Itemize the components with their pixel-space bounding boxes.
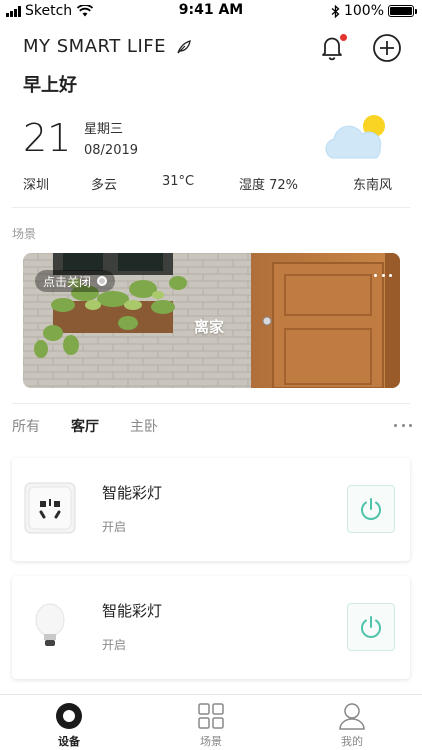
tabbar-item-scenes[interactable]: 场景 bbox=[171, 701, 251, 750]
tabbar-item-profile[interactable]: 我的 bbox=[312, 701, 392, 750]
status-right: 100% bbox=[331, 3, 417, 19]
device-card[interactable]: 智能彩灯 开启 bbox=[12, 458, 410, 561]
weather-info-row: 深圳 多云 31°C 湿度 72% 东南风 bbox=[23, 174, 399, 193]
bottom-tab-bar: 设备 场景 我的 bbox=[0, 694, 422, 750]
scene-card[interactable]: 点击关闭 离家 bbox=[23, 253, 400, 388]
scene-toggle[interactable]: 点击关闭 bbox=[35, 270, 116, 292]
app-title: MY SMART LIFE bbox=[23, 36, 192, 57]
scene-more-icon[interactable] bbox=[374, 271, 392, 279]
scene-toggle-label: 点击关闭 bbox=[43, 274, 92, 289]
leaf-icon bbox=[177, 39, 191, 53]
divider bbox=[12, 207, 410, 208]
status-bar: Sketch 9:41 AM 100% bbox=[0, 0, 422, 22]
toggle-indicator bbox=[97, 276, 108, 286]
battery-icon bbox=[388, 5, 417, 17]
weather-wind: 东南风 bbox=[353, 178, 393, 193]
divider bbox=[12, 403, 410, 404]
weather-temperature: 31°C bbox=[162, 174, 195, 189]
smart-bulb-icon bbox=[35, 603, 65, 646]
power-icon bbox=[361, 498, 381, 520]
tabbar-label: 场景 bbox=[200, 735, 222, 748]
device-status: 开启 bbox=[102, 520, 127, 534]
tab-all[interactable]: 所有 bbox=[12, 416, 40, 436]
power-button[interactable] bbox=[347, 603, 395, 651]
tab-living-room[interactable]: 客厅 bbox=[71, 416, 99, 436]
smart-plug-icon bbox=[24, 482, 76, 534]
power-button[interactable] bbox=[347, 485, 395, 533]
app-title-text: MY SMART LIFE bbox=[23, 36, 166, 57]
notification-badge bbox=[340, 34, 347, 41]
scene-name: 离家 bbox=[194, 318, 225, 336]
battery-percent: 100% bbox=[343, 3, 384, 19]
bluetooth-icon bbox=[331, 4, 340, 18]
partly-sunny-icon bbox=[325, 115, 385, 159]
device-name: 智能彩灯 bbox=[102, 484, 163, 502]
tab-master-bedroom[interactable]: 主卧 bbox=[130, 416, 158, 436]
weather-humidity: 湿度 72% bbox=[239, 178, 299, 193]
device-card[interactable]: 智能彩灯 开启 bbox=[12, 576, 410, 679]
greeting: 早上好 bbox=[23, 75, 77, 96]
tabbar-item-devices[interactable]: 设备 bbox=[29, 701, 109, 750]
device-icon bbox=[56, 703, 82, 729]
tabbar-label: 我的 bbox=[341, 735, 363, 748]
person-icon bbox=[339, 703, 365, 730]
device-status: 开启 bbox=[102, 638, 127, 652]
tabs-more-icon[interactable] bbox=[394, 424, 412, 428]
weather-condition: 多云 bbox=[91, 178, 118, 193]
device-name: 智能彩灯 bbox=[102, 602, 163, 620]
tabbar-label: 设备 bbox=[58, 735, 80, 748]
add-icon[interactable] bbox=[372, 33, 402, 63]
power-icon bbox=[361, 616, 381, 638]
month-year: 08/2019 bbox=[84, 143, 139, 158]
weekday: 星期三 bbox=[84, 122, 124, 137]
grid-icon bbox=[198, 703, 224, 729]
date-day: 21 bbox=[23, 116, 72, 160]
scenes-section-label: 场景 bbox=[12, 227, 37, 241]
weather-city: 深圳 bbox=[23, 178, 50, 193]
